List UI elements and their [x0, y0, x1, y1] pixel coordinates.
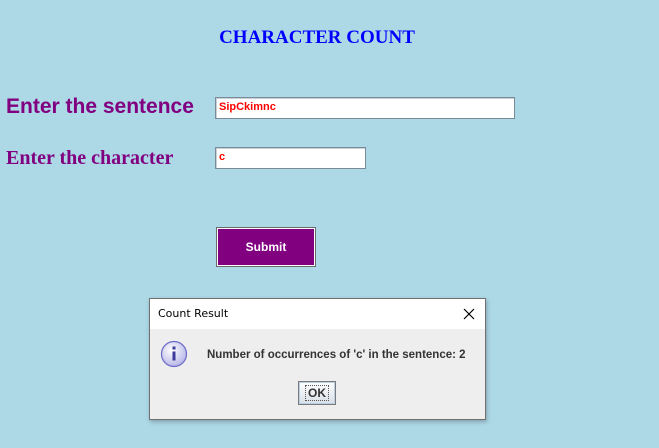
sentence-input[interactable]: SipCkimnc	[215, 97, 515, 119]
sentence-label: Enter the sentence	[6, 95, 194, 118]
ok-button[interactable]: OK	[298, 381, 336, 405]
close-icon[interactable]	[459, 304, 479, 324]
result-message: Number of occurrences of 'c' in the sent…	[207, 349, 466, 361]
character-label: Enter the character	[6, 147, 174, 169]
dialog-titlebar[interactable]: Count Result	[150, 299, 485, 329]
submit-button[interactable]: Submit	[216, 227, 316, 267]
ok-button-label: OK	[305, 385, 329, 401]
page-title: CHARACTER COUNT	[219, 27, 415, 48]
dialog-title: Count Result	[158, 307, 229, 320]
info-icon	[160, 340, 188, 368]
count-result-dialog: Count Result Number of occurrences of 'c…	[149, 298, 486, 420]
character-input[interactable]: c	[215, 147, 366, 169]
